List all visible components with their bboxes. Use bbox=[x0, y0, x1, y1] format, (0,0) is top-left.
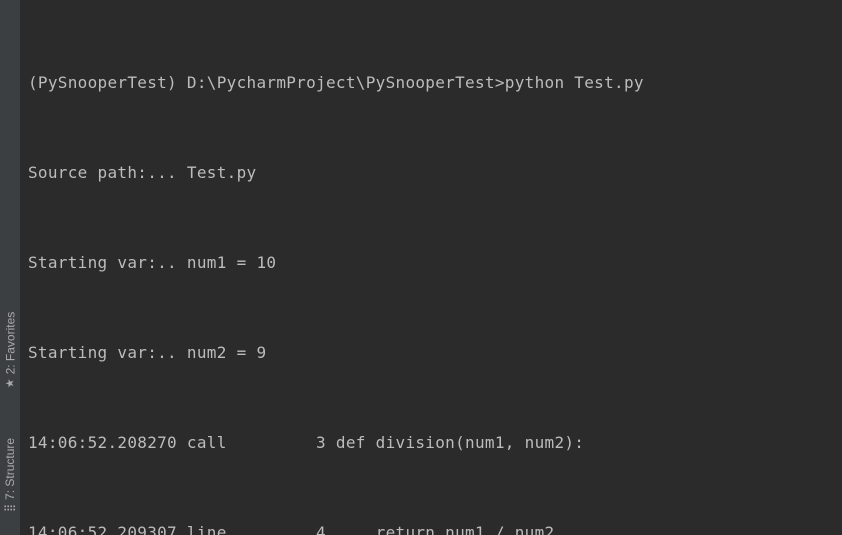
tool-window-tab-bar: ★ 2: Favorites ⣿ 7: Structure bbox=[0, 0, 21, 535]
console-line: (PySnooperTest) D:\PycharmProject\PySnoo… bbox=[28, 68, 834, 98]
console-line: 14:06:52.209307 line 4 return num1 / num… bbox=[28, 518, 834, 535]
console-line: Starting var:.. num2 = 9 bbox=[28, 338, 834, 368]
console-line: Starting var:.. num1 = 10 bbox=[28, 248, 834, 278]
structure-tab-label: 7: Structure bbox=[3, 438, 17, 500]
structure-icon: ⣿ bbox=[5, 504, 16, 512]
favorites-tab-label: 2: Favorites bbox=[3, 312, 17, 375]
favorites-tool-window-tab[interactable]: ★ 2: Favorites bbox=[0, 300, 20, 400]
console-line: Source path:... Test.py bbox=[28, 158, 834, 188]
terminal-output[interactable]: (PySnooperTest) D:\PycharmProject\PySnoo… bbox=[28, 8, 834, 527]
star-icon: ★ bbox=[5, 378, 16, 388]
ide-frame: ★ 2: Favorites ⣿ 7: Structure (PySnooper… bbox=[0, 0, 842, 535]
console-line: 14:06:52.208270 call 3 def division(num1… bbox=[28, 428, 834, 458]
structure-tool-window-tab[interactable]: ⣿ 7: Structure bbox=[0, 420, 20, 530]
